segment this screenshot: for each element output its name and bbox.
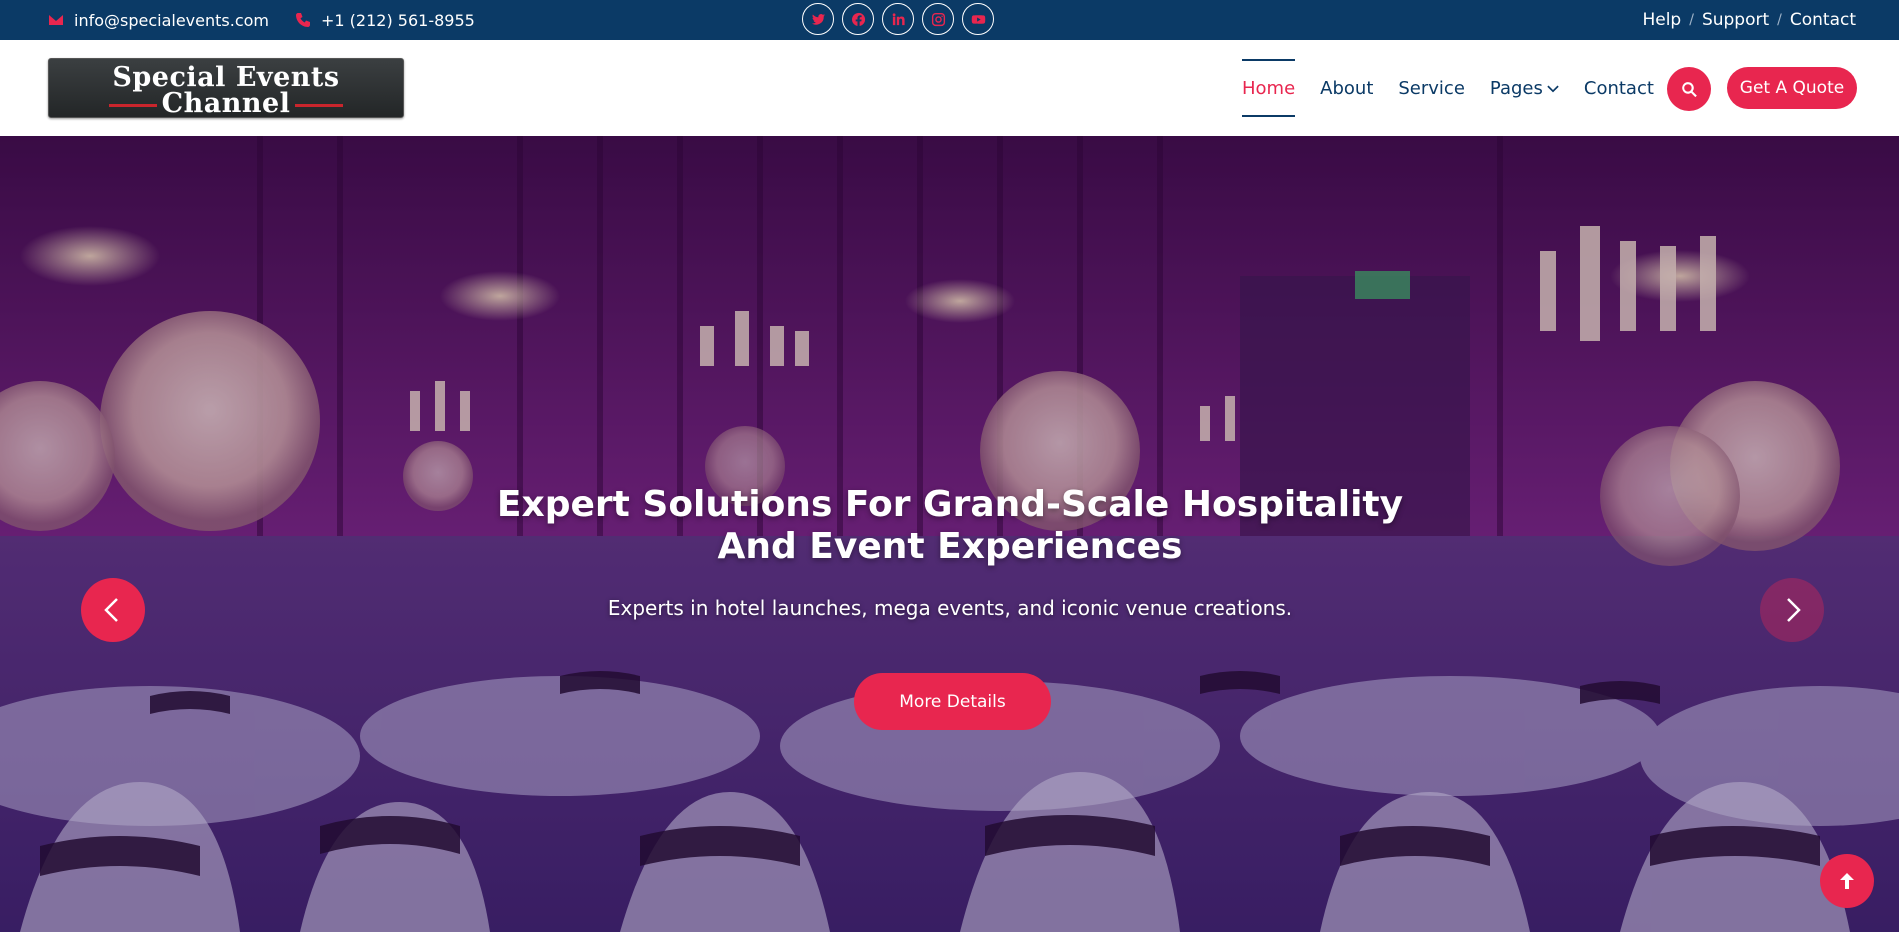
phone-icon bbox=[296, 13, 310, 27]
instagram-link[interactable] bbox=[922, 3, 954, 35]
facebook-icon bbox=[851, 12, 865, 26]
twitter-link[interactable] bbox=[802, 3, 834, 35]
nav-label: Home bbox=[1242, 77, 1296, 99]
phone-item[interactable]: +1 (212) 561-8955 bbox=[295, 11, 475, 30]
search-icon bbox=[1681, 81, 1697, 97]
logo-rule-right bbox=[295, 104, 343, 107]
email-item[interactable]: info@specialevents.com bbox=[48, 11, 269, 30]
nav-item-about[interactable]: About bbox=[1320, 40, 1373, 136]
facebook-link[interactable] bbox=[842, 3, 874, 35]
nav-label: Pages bbox=[1489, 77, 1543, 99]
youtube-link[interactable] bbox=[962, 3, 994, 35]
hero-carousel: Expert Solutions For Grand-Scale Hospita… bbox=[0, 136, 1899, 932]
nav-label: Contact bbox=[1583, 77, 1654, 99]
nav-item-service[interactable]: Service bbox=[1398, 40, 1465, 136]
chevron-right-icon bbox=[1787, 598, 1801, 622]
contact-link[interactable]: Contact bbox=[1790, 10, 1856, 30]
back-to-top-button[interactable] bbox=[1820, 854, 1874, 908]
support-link[interactable]: Support bbox=[1702, 10, 1769, 30]
logo-line-2: Channel bbox=[161, 88, 291, 119]
separator: / bbox=[1689, 12, 1694, 28]
hero-title-line-2: And Event Experiences bbox=[717, 526, 1183, 567]
search-button[interactable] bbox=[1667, 67, 1711, 111]
nav-label: Service bbox=[1398, 77, 1465, 99]
social-links bbox=[802, 3, 994, 35]
main-nav: Home About Service Pages Contact bbox=[1242, 40, 1654, 136]
linkedin-icon bbox=[892, 12, 905, 25]
youtube-icon bbox=[971, 14, 985, 24]
site-logo[interactable]: Special Events Channel bbox=[48, 58, 404, 119]
main-header: Special Events Channel Home About Servic… bbox=[0, 40, 1899, 136]
chevron-left-icon bbox=[104, 598, 118, 622]
email-text[interactable]: info@specialevents.com bbox=[74, 11, 269, 30]
phone-text[interactable]: +1 (212) 561-8955 bbox=[321, 11, 475, 30]
get-quote-button[interactable]: Get A Quote bbox=[1727, 67, 1857, 109]
hero-title-line-1: Expert Solutions For Grand-Scale Hospita… bbox=[496, 484, 1404, 525]
contact-info: info@specialevents.com +1 (212) 561-8955 bbox=[48, 0, 475, 40]
nav-item-pages[interactable]: Pages bbox=[1490, 40, 1559, 136]
more-details-button[interactable]: More Details bbox=[854, 673, 1051, 730]
chevron-down-icon bbox=[1547, 85, 1559, 93]
utility-links: Help / Support / Contact bbox=[1642, 0, 1856, 40]
instagram-icon bbox=[931, 12, 945, 26]
carousel-prev-button[interactable] bbox=[81, 578, 145, 642]
separator: / bbox=[1777, 12, 1782, 28]
envelope-icon bbox=[49, 15, 63, 25]
twitter-icon bbox=[811, 13, 825, 25]
nav-item-home[interactable]: Home bbox=[1242, 40, 1296, 136]
help-link[interactable]: Help bbox=[1642, 10, 1681, 30]
carousel-next-button[interactable] bbox=[1760, 578, 1824, 642]
hero-title: Expert Solutions For Grand-Scale Hospita… bbox=[450, 484, 1450, 568]
linkedin-link[interactable] bbox=[882, 3, 914, 35]
hero-subtitle: Experts in hotel launches, mega events, … bbox=[607, 596, 1293, 620]
top-bar: info@specialevents.com +1 (212) 561-8955… bbox=[0, 0, 1899, 40]
nav-label: About bbox=[1320, 77, 1374, 99]
nav-item-contact[interactable]: Contact bbox=[1584, 40, 1654, 136]
arrow-up-icon bbox=[1840, 873, 1854, 889]
